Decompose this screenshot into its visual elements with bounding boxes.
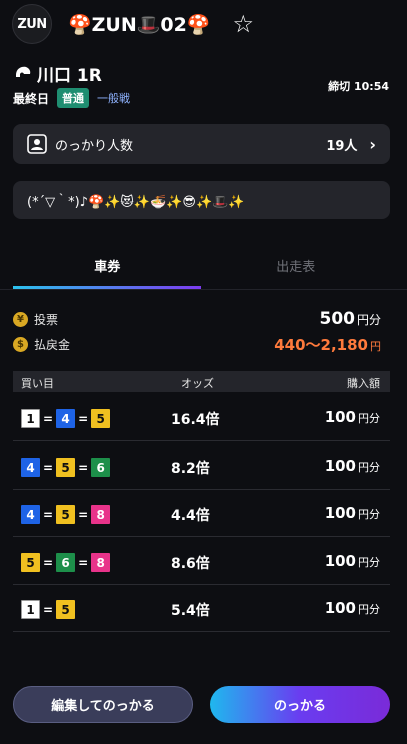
followers-count: 19人 [326,138,358,154]
payout-label: 払戻金 [34,337,71,352]
combo-separator: = [78,460,89,475]
chevron-right-icon: › [369,134,376,154]
combo-separator: = [43,460,54,475]
boat-number-box: 8 [91,553,111,572]
combo-separator: = [43,602,54,617]
combo-separator: = [78,555,89,570]
purchase-amount: 100 円分 [324,504,380,522]
boat-number-box: 5 [56,600,76,619]
boat-number-box: 4 [21,505,40,524]
odds-value: 4.4倍 [171,508,210,524]
boat-number-box: 4 [56,409,76,428]
boat-number-box: 1 [21,409,40,428]
deadline-label: 締切 10:54 [328,80,389,93]
combo-separator: = [43,411,54,426]
odds-value: 8.2倍 [171,461,210,477]
tab-bar: 車券 出走表 [13,244,390,289]
table-row: 5 = 6 = 8 8.6倍 100 円分 [13,539,390,585]
ride-button[interactable]: のっかる [210,686,390,723]
boat-number-box: 5 [91,409,111,428]
bet-combination: 1 = 5 [21,600,76,619]
bet-combination: 1 = 4 = 5 [21,409,111,428]
combo-separator: = [78,507,89,522]
vote-label: 投票 [34,312,59,327]
boat-racer-icon [16,66,31,77]
header: ZUN 🍄ZUN🎩02🍄 ☆ [12,4,402,44]
vote-row: ¥ 投票 500 円分 [13,308,381,330]
edit-and-ride-button[interactable]: 編集してのっかる [13,686,193,723]
race-title: 川口 1R [37,65,102,86]
money-bag-icon: $ [13,336,28,352]
combo-separator: = [78,411,89,426]
race-class: 一般戦 [97,92,131,105]
avatar[interactable]: ZUN [12,4,52,44]
username: 🍄ZUN🎩02🍄 [68,13,211,36]
tab-divider [0,289,407,290]
followers-label: のっかり人数 [55,138,134,154]
table-row: 1 = 4 = 5 16.4倍 100 円分 [13,395,390,441]
purchase-amount: 100 円分 [324,599,380,617]
grade-badge: 普通 [57,88,90,108]
day-label: 最終日 [13,91,50,106]
boat-number-box: 6 [91,458,111,477]
purchase-amount: 100 円分 [324,552,380,570]
followers-icon [27,134,47,154]
table-header: 買い目 オッズ 購入額 [13,371,390,392]
boat-number-box: 8 [91,505,111,524]
tab-entries[interactable]: 出走表 [202,244,391,289]
header-amount: 購入額 [347,377,380,390]
combo-separator: = [43,507,54,522]
yen-coin-icon: ¥ [13,311,28,327]
boat-number-box: 1 [21,600,40,619]
bet-combination: 4 = 5 = 6 [21,458,111,477]
table-row: 4 = 5 = 6 8.2倍 100 円分 [13,444,390,490]
bet-combination: 5 = 6 = 8 [21,553,111,572]
bet-combination: 4 = 5 = 8 [21,505,111,524]
boat-number-box: 5 [56,458,76,477]
boat-number-box: 6 [56,553,76,572]
purchase-amount: 100 円分 [324,457,380,475]
comment-text: (*´▽｀*)♪🍄✨😻✨🍜✨😎✨🎩✨ [27,194,245,210]
followers-card[interactable]: のっかり人数 19人 › [13,124,390,164]
odds-value: 8.6倍 [171,556,210,572]
purchase-amount: 100 円分 [324,408,380,426]
vote-amount: 500 円分 [319,309,381,329]
star-icon[interactable]: ☆ [233,12,255,36]
boat-number-box: 5 [21,553,40,572]
comment-card: (*´▽｀*)♪🍄✨😻✨🍜✨😎✨🎩✨ [13,181,390,219]
odds-value: 16.4倍 [171,412,220,428]
odds-value: 5.4倍 [171,603,210,619]
header-odds: オッズ [181,377,214,390]
table-row: 4 = 5 = 8 4.4倍 100 円分 [13,491,390,537]
table-row: 1 = 5 5.4倍 100 円分 [13,586,390,632]
boat-number-box: 5 [56,505,76,524]
race-meta: 最終日 普通 一般戦 [13,88,130,108]
combo-separator: = [43,555,54,570]
payout-row: $ 払戻金 440～2,180 円 [13,333,381,355]
boat-number-box: 4 [21,458,40,477]
payout-amount: 440～2,180 円 [274,335,381,354]
tab-tickets[interactable]: 車券 [13,244,202,289]
header-bet: 買い目 [21,377,54,390]
